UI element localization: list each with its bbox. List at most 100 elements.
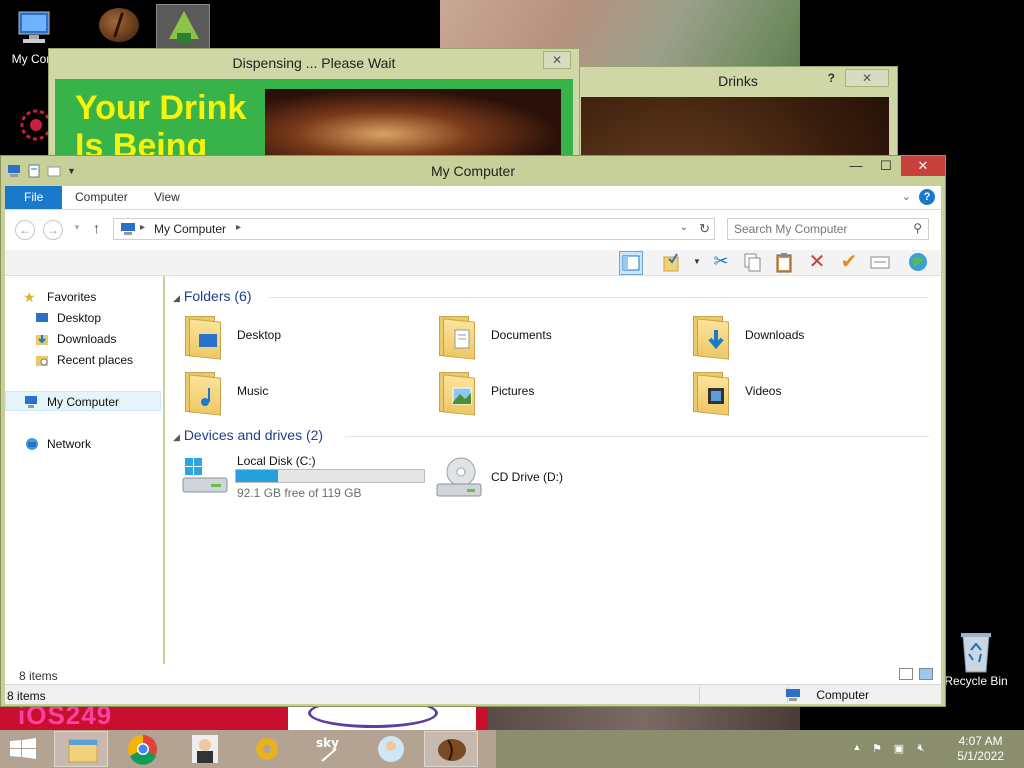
help-icon[interactable]: ? [919, 189, 935, 205]
music-folder-icon [183, 370, 223, 416]
cd-drive-icon [436, 457, 482, 497]
tab-view[interactable]: View [140, 186, 194, 209]
chevron-down-icon[interactable]: ▼ [693, 257, 701, 266]
avatar-icon [192, 735, 218, 763]
forward-button[interactable]: → [43, 220, 63, 240]
folder-tile[interactable]: Documents [419, 310, 659, 362]
taskbar-coffee-app[interactable] [424, 731, 478, 767]
maximize-button[interactable]: ☐ [871, 156, 901, 176]
folder-name: Downloads [745, 328, 805, 342]
folder-tile[interactable]: Videos [673, 366, 913, 418]
computer-icon [24, 395, 38, 409]
explorer-window[interactable]: ▼ My Computer — ☐ ✕ File Computer View ⌄… [0, 155, 946, 707]
close-button[interactable]: ✕ [901, 156, 945, 176]
globe-icon [909, 253, 927, 271]
taskbar-avatar-app-2[interactable] [364, 731, 418, 767]
command-toolbar: ▼ ✂ ✕ ✔ [5, 250, 941, 276]
folders-group-header[interactable]: ◢ Folders (6) [173, 288, 929, 304]
rename-button[interactable]: ✔ [837, 251, 861, 275]
close-button[interactable]: ✕ [543, 51, 571, 69]
coffee-bean-icon [438, 739, 466, 761]
chevron-down-icon[interactable]: ⌄ [902, 190, 911, 203]
network-icon [25, 437, 39, 451]
coffee-bean-icon [99, 8, 139, 42]
minimize-button[interactable]: — [841, 156, 871, 176]
cut-button[interactable]: ✂ [709, 251, 733, 275]
desktop-background-strip [488, 706, 800, 732]
dispensing-window[interactable]: Dispensing ... Please Wait ✕ Your Drink … [48, 48, 580, 467]
close-button[interactable]: ✕ [845, 69, 889, 87]
drive-free-space: 92.1 GB free of 119 GB [237, 486, 362, 500]
breadcrumb-separator-icon[interactable]: ▸ [140, 222, 145, 233]
delete-button[interactable]: ✕ [805, 251, 829, 275]
drinks-window[interactable]: Drinks ? ✕ [578, 66, 898, 485]
address-bar[interactable]: ▸ My Computer ▸ ⌄ ↻ [113, 218, 715, 240]
taskbar-chrome[interactable] [116, 731, 170, 767]
network-button[interactable] [907, 251, 931, 275]
avatar-icon [378, 736, 404, 762]
properties-icon [870, 256, 890, 269]
volume-muted-icon[interactable]: 🔇︎ [914, 742, 928, 756]
window-controls: — ☐ ✕ [841, 156, 945, 176]
devices-group-header[interactable]: ◢ Devices and drives (2) [173, 427, 929, 443]
show-hidden-icons[interactable]: ▲ [850, 742, 864, 756]
gear-icon [256, 738, 278, 760]
breadcrumb-location[interactable]: My Computer [154, 222, 226, 236]
clock[interactable]: 4:07 AM 5/1/2022 [957, 734, 1004, 764]
title-bar[interactable]: ▼ My Computer — ☐ ✕ [1, 156, 945, 186]
folder-options-button[interactable] [661, 251, 685, 275]
search-icon[interactable]: ⚲ [913, 221, 922, 235]
folder-tile[interactable]: Pictures [419, 366, 659, 418]
folder-tile[interactable]: Downloads [673, 310, 913, 362]
up-button[interactable]: ↑ [93, 220, 100, 236]
copy-button[interactable] [741, 251, 765, 275]
drive-tile-d[interactable]: CD Drive (D:) [419, 454, 619, 504]
paste-button[interactable] [773, 251, 797, 275]
action-center-flag-icon[interactable]: ⚑ [870, 742, 884, 756]
pictures-folder-icon [437, 370, 477, 416]
folder-tile[interactable]: Desktop [165, 310, 405, 362]
desktop-icon-coffee[interactable] [92, 4, 146, 50]
taskbar-sky-app[interactable]: sky [302, 731, 356, 767]
item-count: 8 items [19, 669, 58, 683]
tab-computer[interactable]: Computer [61, 186, 142, 209]
refresh-icon[interactable]: ↻ [699, 221, 710, 237]
system-tray: ▲ ⚑ ▣ 🔇︎ 4:07 AM 5/1/2022 [844, 730, 1024, 768]
folder-tile[interactable]: Music [165, 366, 405, 418]
clipboard-icon [776, 253, 792, 273]
svg-text:sky: sky [316, 736, 339, 750]
recent-locations-icon[interactable]: ▼ [73, 223, 81, 232]
folder-name: Music [237, 384, 269, 398]
chevron-down-icon: ◢ [173, 432, 180, 442]
help-button[interactable]: ? [828, 71, 835, 85]
drive-usage-bar [235, 469, 425, 483]
dispensing-headline: Your Drink Is Being [75, 89, 247, 165]
drive-usage-fill [236, 470, 279, 482]
nav-my-computer[interactable]: My Computer [5, 391, 161, 411]
search-input[interactable] [734, 219, 904, 239]
window-title: Dispensing ... Please Wait [232, 55, 396, 71]
details-view-icon[interactable] [899, 668, 913, 680]
taskbar-avatar-app[interactable] [178, 731, 232, 767]
tab-file[interactable]: File [5, 186, 63, 209]
preview-pane-button[interactable] [619, 251, 643, 275]
back-button[interactable]: ← [15, 220, 35, 240]
search-box[interactable]: ⚲ [727, 218, 929, 240]
taskbar-file-explorer[interactable] [54, 731, 108, 767]
start-button[interactable] [8, 738, 38, 760]
documents-folder-icon [437, 314, 477, 360]
address-dropdown-icon[interactable]: ⌄ [680, 222, 688, 233]
folder-name: Pictures [491, 384, 535, 398]
properties-button[interactable] [869, 251, 893, 275]
downloads-icon [35, 332, 49, 346]
network-tray-icon[interactable]: ▣ [892, 742, 906, 756]
address-bar-area: ← → ▼ ↑ ▸ My Computer ▸ ⌄ ↻ ⚲ [5, 210, 941, 250]
large-icons-view-icon[interactable] [919, 668, 933, 680]
clock-date: 5/1/2022 [957, 749, 1004, 763]
taskbar-settings-app[interactable] [240, 731, 294, 767]
desktop-icon-recycle-bin[interactable]: Recycle Bin [942, 630, 1010, 688]
drive-tile-c[interactable]: Local Disk (C:) 92.1 GB free of 119 GB [165, 454, 427, 504]
desktop-icon-android[interactable] [156, 4, 210, 50]
breadcrumb-separator-icon[interactable]: ▸ [236, 222, 241, 233]
desktop-icon [35, 311, 49, 325]
